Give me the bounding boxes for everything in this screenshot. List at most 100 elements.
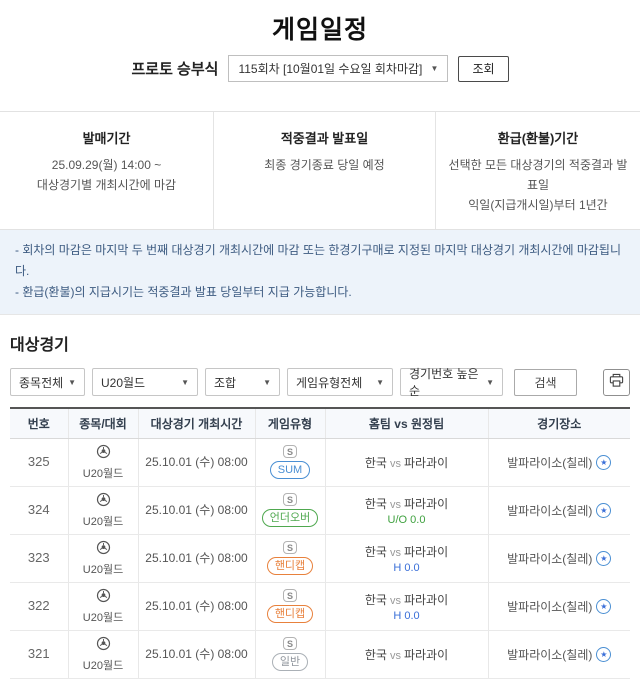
filter-select-value: 게임유형전체 xyxy=(296,374,362,391)
venue-label: 발파라이소(칠레) xyxy=(507,550,592,567)
table-header-row: 번호 종목/대회 대상경기 개최시간 게임유형 홈팀 vs 원정팀 경기장소 xyxy=(10,408,630,438)
filter-select-sort-order[interactable]: 경기번호 높은순 ▼ xyxy=(400,368,503,396)
handicap-note: U/O 0.0 xyxy=(326,514,488,526)
table-row: 323 U20월드 25.10.01 (수) 08:00 S 핸디캡 xyxy=(10,534,630,582)
info-title: 환급(환불)기간 xyxy=(444,128,632,147)
filter-select-league[interactable]: U20월드 ▼ xyxy=(92,368,198,396)
venue-label: 발파라이소(칠레) xyxy=(507,454,592,471)
away-team: 파라과이 xyxy=(404,648,448,662)
soccer-ball-icon xyxy=(96,588,111,608)
game-time: 25.10.01 (수) 08:00 xyxy=(145,503,247,517)
search-button[interactable]: 검색 xyxy=(514,369,577,396)
col-header-venue: 경기장소 xyxy=(488,408,630,438)
game-number: 324 xyxy=(28,502,50,517)
home-team: 한국 xyxy=(365,545,387,559)
vs-label: vs xyxy=(387,458,404,470)
filter-select-value: 조합 xyxy=(214,374,236,391)
star-circle-icon[interactable]: ★ xyxy=(596,647,611,662)
col-header-time: 대상경기 개최시간 xyxy=(138,408,255,438)
league-label: U20월드 xyxy=(83,513,123,529)
chevron-down-icon: ▼ xyxy=(181,378,189,387)
home-team: 한국 xyxy=(365,456,387,470)
vs-label: vs xyxy=(387,499,404,511)
proto-label: 프로토 승부식 xyxy=(131,58,218,79)
filter-select-combination[interactable]: 조합 ▼ xyxy=(205,368,280,396)
chevron-down-icon: ▼ xyxy=(68,378,76,387)
home-team: 한국 xyxy=(365,497,387,511)
info-line: 25.09.29(월) 14:00 ~ xyxy=(8,156,205,176)
info-col-result-date: 적중결과 발표일 최종 경기종료 당일 예정 xyxy=(213,112,435,229)
info-col-refund-period: 환급(환불)기간 선택한 모든 대상경기의 적중결과 발표일 익일(지급개시일)… xyxy=(435,112,640,229)
away-team: 파라과이 xyxy=(404,593,448,607)
games-table: 번호 종목/대회 대상경기 개최시간 게임유형 홈팀 vs 원정팀 경기장소 3… xyxy=(10,407,630,679)
game-type-badge: 언더오버 xyxy=(262,509,318,527)
col-header-game-type: 게임유형 xyxy=(255,408,325,438)
home-team: 한국 xyxy=(365,593,387,607)
chevron-down-icon: ▼ xyxy=(486,378,494,387)
info-title: 발매기간 xyxy=(8,128,205,147)
printer-icon xyxy=(609,373,624,391)
info-line: 선택한 모든 대상경기의 적중결과 발표일 xyxy=(444,156,632,196)
filter-select-game-type[interactable]: 게임유형전체 ▼ xyxy=(287,368,393,396)
chevron-down-icon: ▼ xyxy=(263,378,271,387)
print-button[interactable] xyxy=(603,369,630,396)
filter-select-sport[interactable]: 종목전체 ▼ xyxy=(10,368,85,396)
star-circle-icon[interactable]: ★ xyxy=(596,599,611,614)
info-title: 적중결과 발표일 xyxy=(222,128,427,147)
single-purchase-icon: S xyxy=(283,445,297,458)
league-label: U20월드 xyxy=(83,657,123,673)
soccer-ball-icon xyxy=(96,492,111,512)
info-line: 최종 경기종료 당일 예정 xyxy=(222,156,427,176)
chevron-down-icon: ▼ xyxy=(431,64,439,73)
table-row: 321 U20월드 25.10.01 (수) 08:00 S 일반 xyxy=(10,630,630,678)
chevron-down-icon: ▼ xyxy=(376,378,384,387)
inquiry-button[interactable]: 조회 xyxy=(458,56,508,82)
table-row: 322 U20월드 25.10.01 (수) 08:00 S 핸디캡 xyxy=(10,582,630,630)
single-purchase-icon: S xyxy=(283,541,297,554)
game-time: 25.10.01 (수) 08:00 xyxy=(145,647,247,661)
league-label: U20월드 xyxy=(83,609,123,625)
soccer-ball-icon xyxy=(96,540,111,560)
round-select-value: 115회차 [10월01일 수요일 회차마감] xyxy=(238,60,422,77)
section-title-target-games: 대상경기 xyxy=(10,331,630,355)
home-team: 한국 xyxy=(365,648,387,662)
game-time: 25.10.01 (수) 08:00 xyxy=(145,599,247,613)
vs-label: vs xyxy=(387,650,404,662)
page-title: 게임일정 xyxy=(0,0,640,46)
soccer-ball-icon xyxy=(96,444,111,464)
away-team: 파라과이 xyxy=(404,545,448,559)
notice-line: - 회차의 마감은 마지막 두 번째 대상경기 개최시간에 마감 또는 한경기구… xyxy=(15,240,625,282)
game-number: 322 xyxy=(28,598,50,613)
game-number: 321 xyxy=(28,646,50,661)
away-team: 파라과이 xyxy=(404,497,448,511)
info-line: 대상경기별 개최시간에 마감 xyxy=(8,176,205,196)
game-time: 25.10.01 (수) 08:00 xyxy=(145,455,247,469)
game-number: 323 xyxy=(28,550,50,565)
table-row: 325 U20월드 25.10.01 (수) 08:00 S SUM xyxy=(10,438,630,486)
single-purchase-icon: S xyxy=(283,589,297,602)
filter-select-value: U20월드 xyxy=(101,374,145,391)
league-label: U20월드 xyxy=(83,561,123,577)
game-type-badge: 일반 xyxy=(272,653,308,671)
col-header-teams: 홈팀 vs 원정팀 xyxy=(325,408,488,438)
info-section: 발매기간 25.09.29(월) 14:00 ~ 대상경기별 개최시간에 마감 … xyxy=(0,111,640,230)
col-header-number: 번호 xyxy=(10,408,68,438)
game-type-badge: 핸디캡 xyxy=(267,557,313,575)
star-circle-icon[interactable]: ★ xyxy=(596,503,611,518)
game-time: 25.10.01 (수) 08:00 xyxy=(145,551,247,565)
star-circle-icon[interactable]: ★ xyxy=(596,551,611,566)
handicap-note: H 0.0 xyxy=(326,610,488,622)
game-number: 325 xyxy=(28,454,50,469)
filter-select-value: 경기번호 높은순 xyxy=(409,365,486,399)
game-type-badge: SUM xyxy=(270,461,310,479)
venue-label: 발파라이소(칠레) xyxy=(507,646,592,663)
proto-filter-row: 프로토 승부식 115회차 [10월01일 수요일 회차마감] ▼ 조회 xyxy=(0,55,640,82)
soccer-ball-icon xyxy=(96,636,111,656)
round-select[interactable]: 115회차 [10월01일 수요일 회차마감] ▼ xyxy=(228,55,448,82)
venue-label: 발파라이소(칠레) xyxy=(507,598,592,615)
league-label: U20월드 xyxy=(83,465,123,481)
filter-select-value: 종목전체 xyxy=(19,374,63,391)
star-circle-icon[interactable]: ★ xyxy=(596,455,611,470)
filter-bar: 종목전체 ▼ U20월드 ▼ 조합 ▼ 게임유형전체 ▼ 경기번호 높은순 ▼ … xyxy=(10,368,630,396)
venue-label: 발파라이소(칠레) xyxy=(507,502,592,519)
